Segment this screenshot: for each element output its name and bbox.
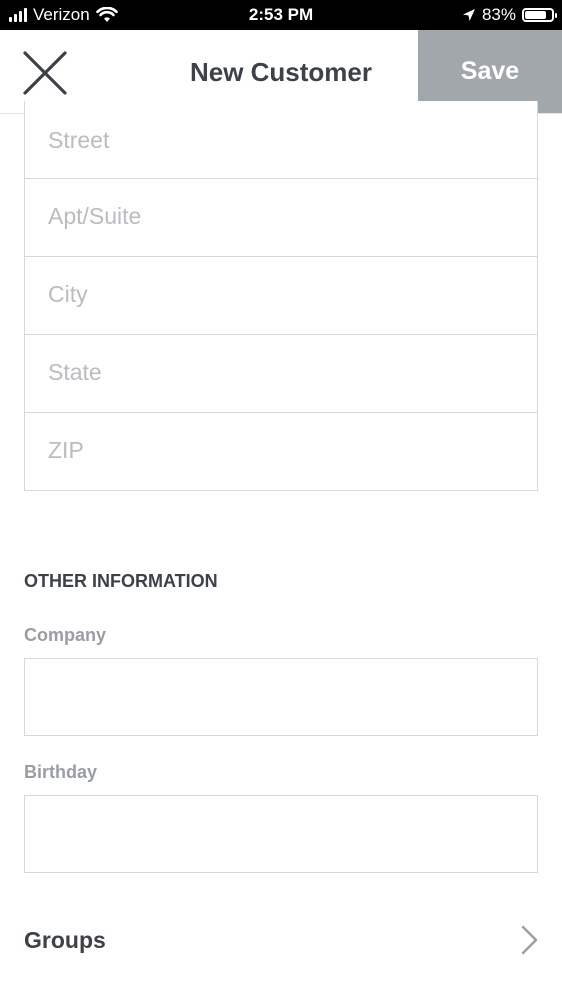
save-button-label: Save (460, 57, 520, 85)
apt-suite-placeholder: Apt/Suite (48, 203, 142, 229)
other-information-heading: OTHER INFORMATION (24, 571, 218, 591)
battery-icon (522, 8, 557, 22)
company-field[interactable] (24, 658, 538, 736)
street-field[interactable]: Street (24, 101, 538, 179)
zip-placeholder: ZIP (48, 437, 84, 463)
groups-row[interactable]: Groups (24, 910, 538, 970)
address-fields: Street Apt/Suite City State ZIP (24, 101, 538, 491)
birthday-field[interactable] (24, 795, 538, 873)
location-arrow-icon (462, 9, 475, 21)
groups-label: Groups (24, 927, 106, 953)
city-field[interactable]: City (24, 257, 538, 335)
birthday-label: Birthday (24, 762, 98, 782)
status-bar: Verizon 2:53 PM 83% (0, 0, 562, 30)
city-placeholder: City (48, 281, 88, 307)
zip-field[interactable]: ZIP (24, 413, 538, 491)
state-placeholder: State (48, 359, 102, 385)
state-field[interactable]: State (24, 335, 538, 413)
battery-level (525, 11, 547, 19)
company-label: Company (24, 625, 107, 645)
chevron-right-icon (521, 925, 538, 955)
status-right: 83% (462, 5, 557, 25)
street-placeholder: Street (48, 127, 110, 153)
apt-suite-field[interactable]: Apt/Suite (24, 179, 538, 257)
battery-percent: 83% (481, 5, 516, 24)
